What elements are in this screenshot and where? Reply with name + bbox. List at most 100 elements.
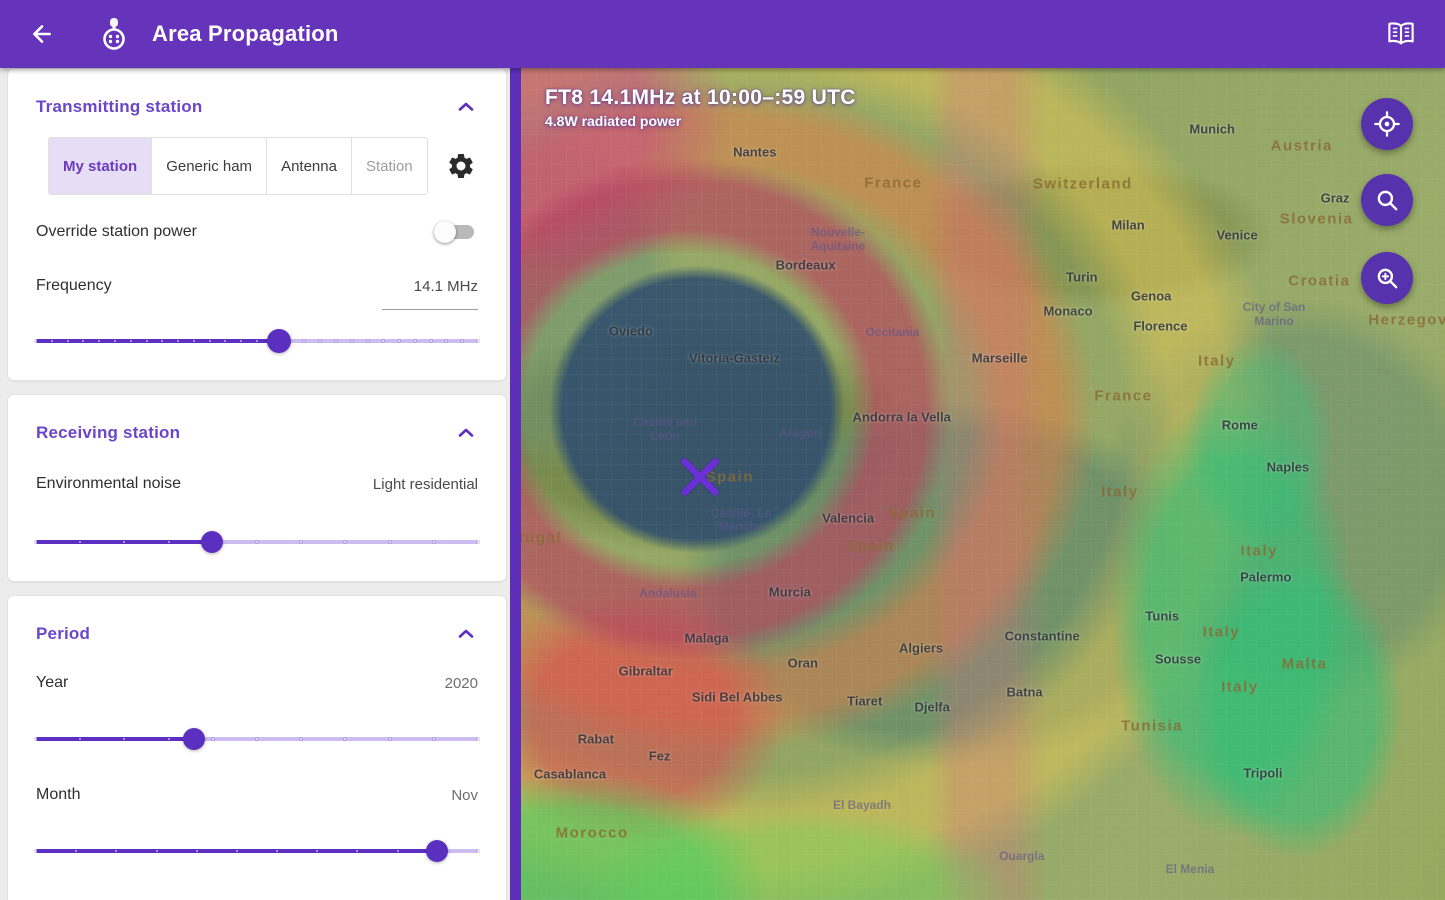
map-info-power: 4.8W radiated power [545, 113, 682, 129]
map-label: City of San Marino [1242, 300, 1306, 329]
map-label: Italy [1198, 352, 1236, 370]
map-label: Malta [1281, 655, 1328, 673]
map-label: Palermo [1240, 569, 1292, 585]
map-labels: Nantes France Nouvelle-Aquitaine Bordeaux Sw… [521, 68, 1445, 900]
map-label: Italy [1240, 542, 1279, 560]
frequency-slider-ticks [34, 339, 480, 343]
map-label: Switzerland [1032, 175, 1133, 193]
tab-my-station[interactable]: My station [49, 138, 153, 194]
frequency-label: Frequency [36, 277, 112, 294]
map-label: Aragon [779, 426, 822, 441]
map-label: Tunisia [1121, 717, 1184, 735]
month-slider-thumb[interactable] [426, 840, 449, 862]
override-power-label: Override station power [36, 223, 197, 240]
tab-station[interactable]: Station [351, 138, 427, 194]
month-slider[interactable] [34, 834, 480, 868]
frequency-underline [382, 309, 478, 310]
collapse-chevron-up-icon[interactable] [454, 622, 478, 646]
receiving-station-title: Receiving station [36, 423, 181, 442]
map-label: Croatia [1288, 272, 1351, 290]
map-label: Munich [1189, 121, 1235, 137]
collapse-chevron-up-icon[interactable] [454, 95, 478, 119]
map-label: Rome [1221, 417, 1258, 433]
year-slider-thumb[interactable] [183, 728, 206, 750]
map-label: Graz [1320, 190, 1350, 206]
help-manual-button[interactable] [1379, 12, 1423, 56]
map-label: Malaga [684, 630, 729, 646]
month-label: Month [36, 786, 81, 803]
station-settings-button[interactable] [446, 151, 476, 181]
transmitting-station-title: Transmitting station [36, 97, 203, 116]
map-label: Italy [1100, 483, 1139, 501]
book-icon [1388, 22, 1414, 45]
back-arrow-icon [33, 25, 51, 43]
station-preset-tabs: My station Generic ham Antenna Station [48, 137, 428, 195]
map-label: Fez [648, 748, 671, 764]
map-label: Rabat [577, 731, 614, 747]
map-label: Italy [1202, 623, 1241, 641]
gear-icon [448, 153, 473, 178]
map-label: Genoa [1130, 288, 1172, 304]
map-label: Casablanca [533, 766, 607, 782]
map-label: Herzegov [1368, 311, 1445, 329]
magnifier-plus-icon [1377, 268, 1398, 289]
map-label: Italy [1221, 678, 1259, 696]
frequency-value: 14.1 MHz [413, 277, 478, 295]
map-label: Vitoria-Gasteiz [689, 350, 780, 366]
override-power-toggle[interactable] [434, 221, 474, 243]
map-label: Tiaret [847, 693, 883, 709]
zoom-in-button[interactable] [1361, 252, 1413, 304]
map-label: Castile- La Mancha [710, 505, 772, 534]
map-label: Murcia [768, 584, 811, 600]
map-label: Tunis [1145, 608, 1180, 624]
map-label: Constantine [1004, 628, 1080, 644]
frequency-slider-thumb[interactable] [267, 329, 292, 353]
tab-antenna[interactable]: Antenna [267, 138, 352, 194]
year-value: 2020 [444, 674, 478, 692]
year-slider-ticks [34, 737, 480, 741]
map-label: Tripoli [1243, 765, 1283, 781]
map-label: El Bayadh [832, 798, 891, 813]
my-location-icon [1374, 111, 1400, 137]
collapse-chevron-up-icon[interactable] [454, 421, 478, 445]
map-label: Venice [1216, 227, 1258, 243]
noise-slider-thumb[interactable] [200, 531, 223, 553]
map-label: Austria [1270, 137, 1333, 155]
map-label: Nouvelle-Aquitaine [810, 225, 866, 254]
map-label: Turin [1066, 269, 1098, 285]
year-label: Year [36, 674, 69, 691]
app-window: Area Propagation Transmitting station My… [0, 0, 1445, 900]
settings-sidebar: Transmitting station My station Generic … [0, 68, 510, 900]
map-label: Slovenia [1279, 210, 1354, 228]
map-label: Marseille [971, 350, 1028, 366]
period-card: Period Year 2020 Month Nov [7, 595, 507, 900]
map-label: Spain [887, 504, 937, 522]
environmental-noise-slider[interactable] [34, 525, 480, 559]
receiving-station-card: Receiving station Environmental noise Li… [7, 394, 507, 582]
map-label: Castile and León [633, 415, 698, 443]
map-label: Monaco [1043, 303, 1093, 319]
map-label: Portugal [521, 529, 563, 547]
map-label: Gibraltar [618, 663, 673, 679]
map-label: Oviedo [608, 323, 653, 339]
map-label: Milan [1111, 217, 1145, 233]
environmental-noise-label: Environmental noise [36, 475, 181, 492]
zoom-out-button[interactable] [1361, 174, 1413, 226]
tab-generic-ham[interactable]: Generic ham [152, 138, 268, 194]
my-location-button[interactable] [1361, 98, 1413, 150]
map-label: Ouargla [999, 848, 1045, 863]
month-slider-ticks [34, 849, 480, 853]
map-label: Occitania [865, 325, 920, 340]
propagation-map[interactable]: Nantes France Nouvelle-Aquitaine Bordeaux Sw… [521, 68, 1445, 900]
back-button[interactable] [22, 14, 62, 54]
map-label: Morocco [555, 824, 629, 842]
map-label: Oran [787, 655, 818, 671]
frequency-slider[interactable] [34, 324, 480, 358]
year-slider[interactable] [34, 722, 480, 756]
magnifier-icon [1377, 190, 1398, 211]
map-info-overlay: FT8 14.1MHz at 10:00–:59 UTC 4.8W radiat… [545, 86, 856, 129]
page-title: Area Propagation [152, 21, 339, 46]
environmental-noise-value: Light residential [372, 475, 478, 493]
period-title: Period [36, 624, 91, 643]
map-info-title: FT8 14.1MHz at 10:00–:59 UTC [545, 86, 856, 109]
